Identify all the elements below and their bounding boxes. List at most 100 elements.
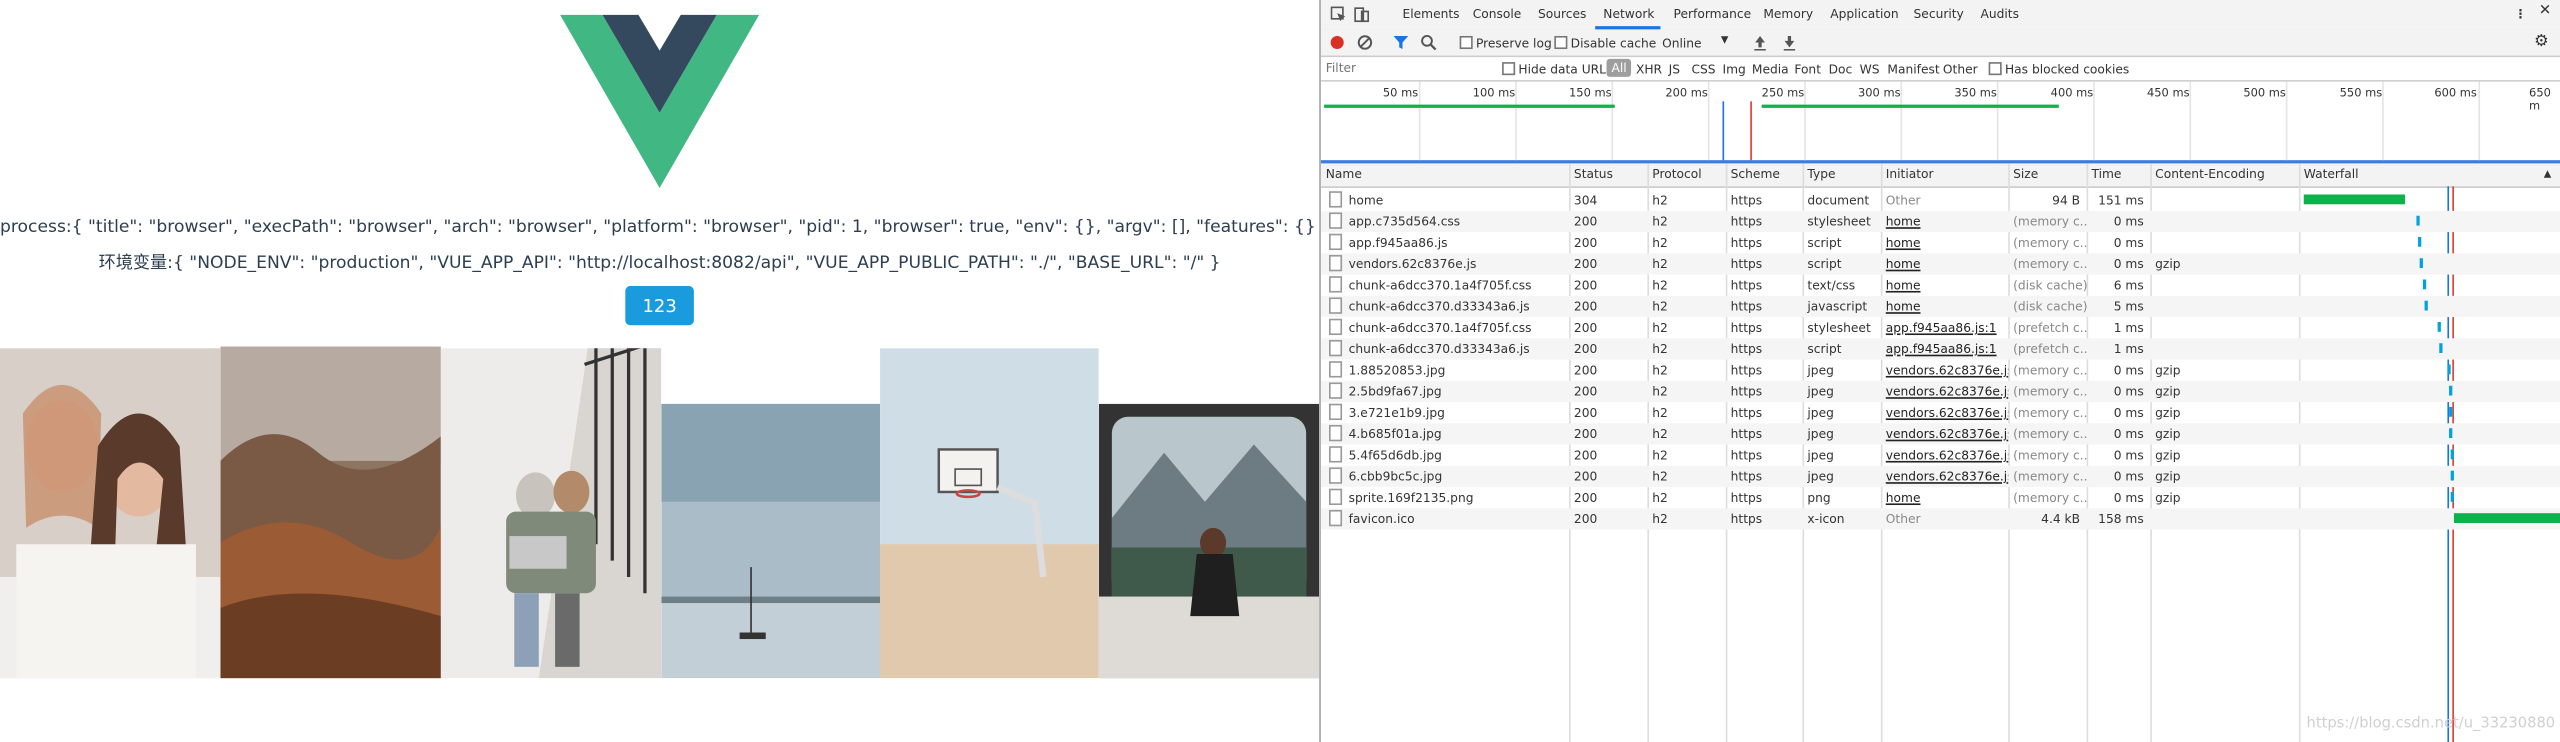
button-123[interactable]: 123 — [625, 286, 694, 326]
filter-type-media[interactable]: Media — [1752, 62, 1789, 77]
table-row[interactable]: home 304 h2 https document Other 94 B 151 ms — [1321, 190, 2560, 211]
table-row[interactable]: chunk-a6dcc370.d33343a6.js 200 h2 https java… — [1320, 295, 2560, 318]
close-devtools-icon[interactable]: ✕ — [2539, 3, 2551, 19]
tab-application[interactable]: Application — [1830, 7, 1898, 22]
cell-initiator[interactable]: home — [1881, 211, 2008, 232]
request-name[interactable]: 3.e721e1b9.jpg — [1349, 405, 1445, 420]
table-row[interactable]: sprite.169f2135.png 200 h2 https png home (mem… — [1321, 487, 2560, 508]
device-toolbar-icon[interactable] — [1354, 7, 1370, 23]
request-name[interactable]: chunk-a6dcc370.1a4f705f.css — [1349, 278, 1532, 293]
table-row[interactable]: vendors.62c8376e.js 200 h2 https script home (… — [1320, 253, 2560, 275]
request-name[interactable]: favicon.ico — [1349, 512, 1415, 527]
filter-type-ws[interactable]: WS — [1860, 62, 1880, 77]
column-initiator[interactable]: Initiator — [1881, 163, 2008, 186]
cell-initiator[interactable]: home — [1881, 275, 2008, 296]
column-size[interactable]: Size — [2008, 163, 2086, 186]
filter-type-font[interactable]: Font — [1794, 62, 1821, 77]
cell-initiator[interactable]: vendors.62c8376e.js:7 — [1881, 445, 2008, 466]
inspect-element-icon[interactable] — [1330, 6, 1347, 23]
tab-elements[interactable]: Elements — [1402, 7, 1459, 22]
tab-audits[interactable]: Audits — [1980, 7, 2018, 22]
column-name[interactable]: Name — [1321, 163, 1569, 186]
chevron-down-icon[interactable]: ▼ — [1721, 34, 1729, 45]
column-content-encoding[interactable]: Content-Encoding — [2150, 163, 2299, 186]
cell-initiator[interactable]: home — [1881, 232, 2008, 253]
table-row[interactable]: app.c735d564.css 200 h2 https stylesheet home… — [1320, 210, 2560, 233]
table-row[interactable]: 5.4f65d6db.jpg 200 h2 https jpeg vendors.62c8… — [1321, 445, 2560, 466]
filter-type-manifest[interactable]: Manifest — [1887, 62, 1939, 77]
request-name[interactable]: sprite.169f2135.png — [1349, 490, 1474, 505]
cell-initiator[interactable]: app.f945aa86.js:1 — [1881, 317, 2008, 338]
table-row[interactable]: 4.b685f01a.jpg 200 h2 https jpeg vendors.62c8… — [1320, 423, 2560, 445]
request-name[interactable]: 4.b685f01a.jpg — [1349, 427, 1442, 442]
cell-initiator[interactable]: home — [1881, 253, 2008, 274]
tab-memory[interactable]: Memory — [1763, 7, 1813, 22]
table-row[interactable]: 2.5bd9fa67.jpg 200 h2 https jpeg vendors.62c8… — [1320, 380, 2560, 403]
column-scheme[interactable]: Scheme — [1726, 163, 1803, 186]
cell-initiator[interactable]: app.f945aa86.js:1 — [1881, 338, 2008, 359]
tab-console[interactable]: Console — [1473, 7, 1522, 22]
filter-type-xhr[interactable]: XHR — [1636, 62, 1662, 77]
more-options-icon[interactable]: ⋮ — [2514, 7, 2526, 22]
gear-icon[interactable]: ⚙ — [2534, 33, 2549, 51]
request-name[interactable]: 2.5bd9fa67.jpg — [1349, 384, 1442, 399]
column-status[interactable]: Status — [1569, 163, 1647, 186]
export-har-icon[interactable] — [1781, 34, 1797, 51]
tab-sources[interactable]: Sources — [1538, 7, 1586, 22]
table-row[interactable]: favicon.ico 200 h2 https x-icon Other 4.4 kB 15… — [1320, 508, 2560, 530]
cell-initiator[interactable]: vendors.62c8376e.js:7 — [1881, 402, 2008, 423]
table-row[interactable]: chunk-a6dcc370.1a4f705f.css 200 h2 https sty… — [1321, 317, 2560, 338]
tab-network[interactable]: Network — [1603, 7, 1654, 22]
table-row[interactable]: chunk-a6dcc370.d33343a6.js 200 h2 https scri… — [1320, 338, 2560, 360]
cell-initiator[interactable]: vendors.62c8376e.js:7 — [1881, 381, 2008, 402]
sort-arrow-icon[interactable]: ▲ — [2539, 163, 2552, 186]
filter-icon[interactable] — [1393, 34, 1409, 50]
column-type[interactable]: Type — [1803, 163, 1881, 186]
request-name[interactable]: chunk-a6dcc370.d33343a6.js — [1349, 299, 1530, 314]
clear-icon[interactable] — [1357, 34, 1373, 50]
cell-scheme: https — [1730, 341, 1763, 357]
filter-input[interactable] — [1325, 58, 1490, 77]
request-name[interactable]: home — [1349, 193, 1384, 208]
cell-initiator[interactable]: home — [1881, 296, 2008, 317]
tab-performance[interactable]: Performance — [1674, 7, 1752, 22]
cell-initiator[interactable]: home — [1881, 487, 2008, 508]
table-row[interactable]: 1.88520853.jpg 200 h2 https jpeg vendors.62c8… — [1321, 360, 2560, 381]
waterfall-bar — [2424, 300, 2428, 311]
table-row[interactable]: chunk-a6dcc370.1a4f705f.css 200 h2 https tex… — [1321, 275, 2560, 296]
column-time[interactable]: Time — [2087, 163, 2151, 186]
request-name[interactable]: 5.4f65d6db.jpg — [1349, 448, 1442, 463]
request-name[interactable]: app.f945aa86.js — [1349, 235, 1448, 250]
filter-type-css[interactable]: CSS — [1691, 62, 1715, 77]
filter-type-js[interactable]: JS — [1669, 62, 1680, 77]
search-icon[interactable] — [1420, 34, 1437, 51]
import-har-icon[interactable] — [1752, 34, 1768, 51]
filter-type-other[interactable]: Other — [1943, 62, 1978, 77]
request-name[interactable]: 6.cbb9bc5c.jpg — [1349, 469, 1443, 484]
request-name[interactable]: app.c735d564.css — [1349, 214, 1461, 229]
request-name[interactable]: vendors.62c8376e.js — [1349, 257, 1477, 272]
request-name[interactable]: chunk-a6dcc370.1a4f705f.css — [1349, 320, 1532, 335]
has-blocked-cookies-checkbox[interactable] — [1988, 62, 2002, 76]
request-name[interactable]: 1.88520853.jpg — [1349, 363, 1446, 378]
column-waterfall[interactable]: Waterfall — [2299, 163, 2560, 186]
filter-type-doc[interactable]: Doc — [1829, 62, 1853, 77]
preserve-log-checkbox[interactable] — [1459, 35, 1473, 50]
network-overview-timeline[interactable]: 50 ms 100 ms 150 ms 200 ms 250 ms 300 ms… — [1320, 81, 2560, 164]
table-row[interactable]: 6.cbb9bc5c.jpg 200 h2 https jpeg vendors.62c8… — [1320, 465, 2560, 488]
hide-data-urls-checkbox[interactable] — [1502, 62, 1516, 76]
disable-cache-checkbox[interactable] — [1554, 35, 1568, 50]
photo-sea-boats — [661, 403, 881, 679]
table-row[interactable]: app.f945aa86.js 200 h2 https script home (memo… — [1321, 232, 2560, 253]
tab-security[interactable]: Security — [1914, 7, 1964, 22]
request-name[interactable]: chunk-a6dcc370.d33343a6.js — [1349, 342, 1530, 357]
filter-type-img[interactable]: Img — [1722, 62, 1745, 77]
cell-initiator[interactable]: vendors.62c8376e.js:7 — [1881, 423, 2008, 444]
column-protocol[interactable]: Protocol — [1647, 163, 1725, 186]
throttling-select[interactable]: Online — [1662, 36, 1702, 51]
cell-initiator[interactable]: vendors.62c8376e.js:7 — [1881, 360, 2008, 381]
cell-initiator[interactable]: vendors.62c8376e.js:7 — [1881, 466, 2008, 487]
filter-type-all[interactable]: All — [1606, 58, 1632, 77]
table-row[interactable]: 3.e721e1b9.jpg 200 h2 https jpeg vendors.62c8… — [1321, 402, 2560, 423]
record-icon[interactable] — [1329, 34, 1345, 50]
